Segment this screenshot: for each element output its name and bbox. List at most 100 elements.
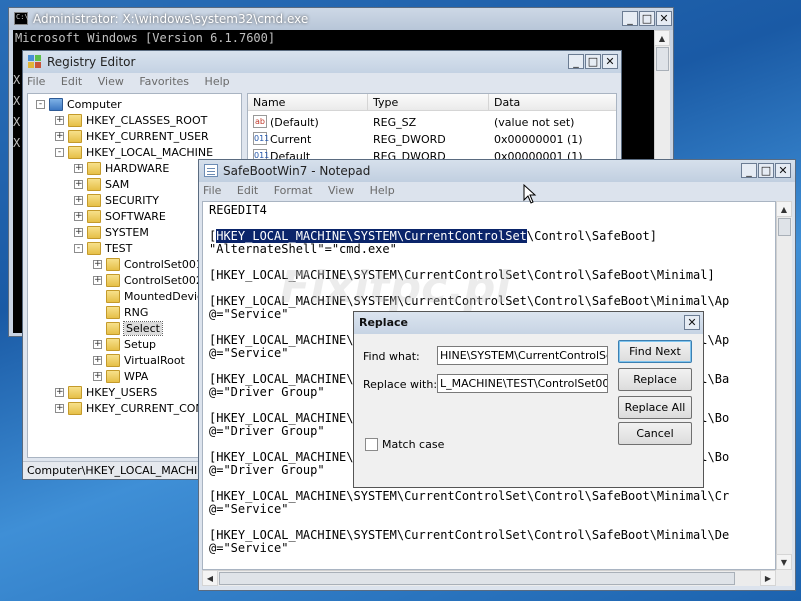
- folder-icon: [106, 370, 120, 383]
- menu-format[interactable]: Format: [274, 184, 313, 197]
- expand-icon[interactable]: +: [74, 212, 83, 221]
- regedit-title-bar[interactable]: Registry Editor _ □ ✕: [23, 51, 621, 73]
- expand-icon[interactable]: +: [55, 388, 64, 397]
- folder-icon: [106, 338, 120, 351]
- line-text: @="Service": [209, 502, 289, 516]
- regedit-minimize-button[interactable]: _: [568, 54, 584, 69]
- expand-icon[interactable]: +: [74, 164, 83, 173]
- replace-all-button[interactable]: Replace All: [618, 396, 692, 419]
- menu-edit[interactable]: Edit: [61, 75, 82, 88]
- replace-dialog[interactable]: Replace ✕ Find what: HINE\SYSTEM\Current…: [353, 311, 704, 488]
- scroll-up-arrow-icon[interactable]: ▲: [776, 201, 792, 217]
- replace-with-label: Replace with:: [363, 378, 438, 391]
- value-type: REG_DWORD: [373, 133, 446, 146]
- notepad-icon: [204, 164, 218, 177]
- match-case-label[interactable]: Match case: [382, 438, 444, 451]
- tree-node[interactable]: - Computer: [28, 97, 241, 113]
- notepad-title-bar[interactable]: SafeBootWin7 - Notepad _ □ ✕: [199, 160, 795, 182]
- folder-icon: [106, 290, 120, 303]
- menu-help[interactable]: Help: [205, 75, 230, 88]
- column-header-type[interactable]: Type: [373, 96, 398, 109]
- expand-icon[interactable]: +: [55, 132, 64, 141]
- menu-view[interactable]: View: [328, 184, 354, 197]
- notepad-maximize-button[interactable]: □: [758, 163, 774, 178]
- cmd-scroll-thumb[interactable]: [656, 47, 669, 71]
- expand-icon[interactable]: +: [93, 276, 102, 285]
- cmd-title-bar[interactable]: C:\ Administrator: X:\windows\system32\c…: [9, 8, 673, 30]
- expand-icon[interactable]: +: [93, 260, 102, 269]
- scroll-right-arrow-icon[interactable]: ▶: [760, 570, 776, 586]
- notepad-line: [HKEY_LOCAL_MACHINE\SYSTEM\CurrentContro…: [209, 229, 657, 243]
- cancel-button[interactable]: Cancel: [618, 422, 692, 445]
- expand-icon[interactable]: +: [74, 196, 83, 205]
- menu-file[interactable]: File: [203, 184, 221, 197]
- tree-node[interactable]: + HKEY_CURRENT_USER: [28, 129, 241, 145]
- match-case-checkbox[interactable]: [365, 438, 378, 451]
- tree-node[interactable]: + HKEY_CLASSES_ROOT: [28, 113, 241, 129]
- menu-favorites[interactable]: Favorites: [139, 75, 189, 88]
- notepad-close-button[interactable]: ✕: [775, 163, 791, 178]
- tree-node-label: Setup: [124, 338, 157, 351]
- expand-icon[interactable]: +: [55, 116, 64, 125]
- mouse-cursor-icon: [523, 184, 537, 204]
- registry-value-row[interactable]: 011 Current REG_DWORD 0x00000001 (1): [248, 131, 616, 147]
- line-text: REGEDIT4: [209, 203, 267, 217]
- regedit-menu-bar: File Edit View Favorites Help: [27, 75, 617, 93]
- expand-icon[interactable]: +: [93, 340, 102, 349]
- find-what-input[interactable]: HINE\SYSTEM\CurrentControlSet: [437, 346, 608, 365]
- menu-view[interactable]: View: [98, 75, 124, 88]
- find-what-label: Find what:: [363, 350, 420, 363]
- value-type: REG_SZ: [373, 116, 417, 129]
- regedit-close-button[interactable]: ✕: [602, 54, 618, 69]
- find-next-button[interactable]: Find Next: [618, 340, 692, 363]
- notepad-menu-bar: File Edit Format View Help: [203, 184, 791, 202]
- cmd-minimize-button[interactable]: _: [622, 11, 638, 26]
- notepad-scroll-thumb[interactable]: [778, 218, 791, 236]
- expand-icon[interactable]: +: [74, 228, 83, 237]
- expand-icon[interactable]: +: [55, 404, 64, 413]
- expand-icon[interactable]: +: [93, 372, 102, 381]
- line-text: [HKEY_LOCAL_MACHINE\SYSTEM\CurrentContro…: [209, 489, 730, 503]
- notepad-hscroll-thumb[interactable]: [219, 572, 735, 585]
- regedit-maximize-button[interactable]: □: [585, 54, 601, 69]
- scroll-left-arrow-icon[interactable]: ◀: [202, 570, 218, 586]
- expand-icon[interactable]: +: [93, 356, 102, 365]
- cmd-close-button[interactable]: ✕: [656, 11, 672, 26]
- notepad-minimize-button[interactable]: _: [741, 163, 757, 178]
- cmd-side-char: X: [13, 94, 21, 108]
- line-text: @="Driver Group": [209, 463, 325, 477]
- collapse-icon[interactable]: -: [36, 100, 45, 109]
- notepad-line: @="Service": [209, 307, 288, 321]
- registry-value-row[interactable]: ab (Default) REG_SZ (value not set): [248, 114, 616, 130]
- folder-icon: [106, 258, 120, 271]
- column-header-name[interactable]: Name: [253, 96, 285, 109]
- folder-icon: [106, 354, 120, 367]
- regedit-title: Registry Editor: [47, 55, 136, 69]
- replace-title-bar[interactable]: Replace ✕: [354, 312, 703, 334]
- notepad-line: @="Driver Group": [209, 463, 325, 477]
- notepad-vertical-scrollbar[interactable]: ▲ ▼: [776, 201, 792, 570]
- tree-node-label: TEST: [105, 242, 133, 255]
- scroll-down-arrow-icon[interactable]: ▼: [776, 554, 792, 570]
- cmd-maximize-button[interactable]: □: [639, 11, 655, 26]
- size-grip-icon[interactable]: [776, 570, 792, 586]
- expand-icon[interactable]: +: [74, 180, 83, 189]
- selected-text: HKEY_LOCAL_MACHINE\SYSTEM\CurrentControl…: [216, 229, 527, 243]
- replace-button[interactable]: Replace: [618, 368, 692, 391]
- collapse-icon[interactable]: -: [55, 148, 64, 157]
- replace-with-input[interactable]: L_MACHINE\TEST\ControlSet001: [437, 374, 608, 393]
- replace-close-button[interactable]: ✕: [684, 315, 700, 330]
- notepad-line: @="Service": [209, 541, 288, 555]
- collapse-icon[interactable]: -: [74, 244, 83, 253]
- menu-edit[interactable]: Edit: [237, 184, 258, 197]
- menu-help[interactable]: Help: [370, 184, 395, 197]
- column-header-data[interactable]: Data: [494, 96, 520, 109]
- menu-file[interactable]: File: [27, 75, 45, 88]
- tree-node-label: WPA: [124, 370, 149, 383]
- folder-icon: [106, 274, 120, 287]
- notepad-line: [HKEY_LOCAL_MACHINE\SYSTEM\CurrentContro…: [209, 528, 729, 542]
- binary-value-icon: 011: [253, 132, 270, 145]
- tree-node-label: HKEY_USERS: [86, 386, 158, 399]
- notepad-horizontal-scrollbar[interactable]: ◀ ▶: [202, 570, 776, 586]
- scroll-up-arrow-icon[interactable]: ▲: [654, 30, 670, 46]
